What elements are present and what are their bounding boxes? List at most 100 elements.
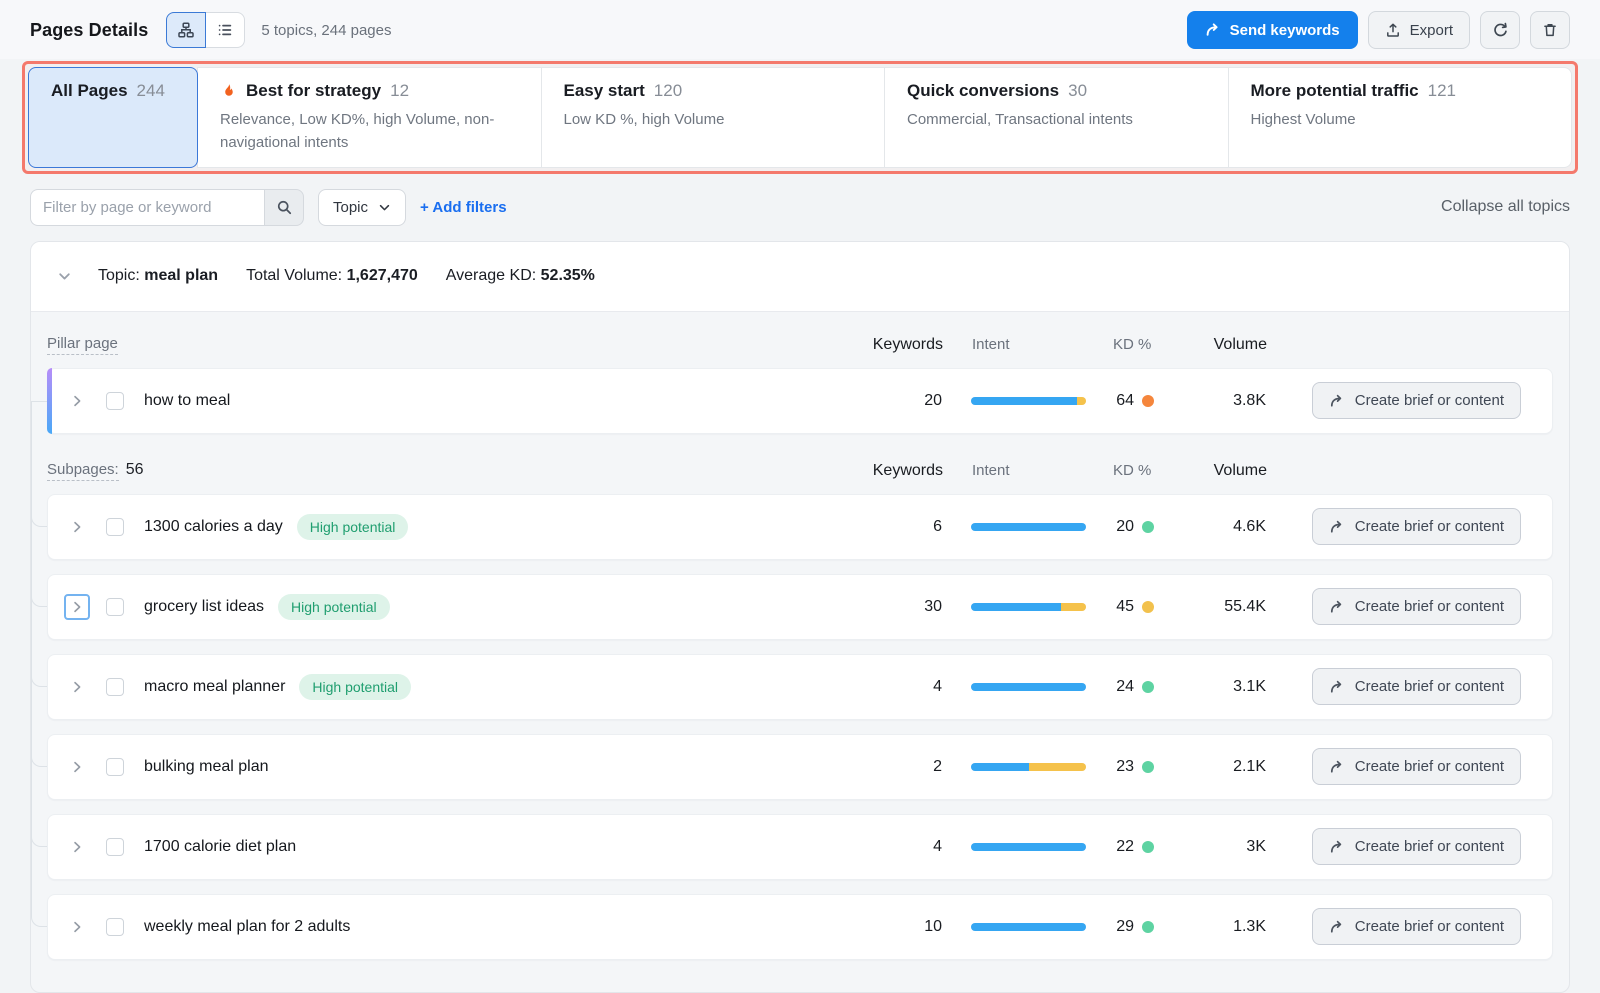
high-potential-badge: High potential bbox=[278, 594, 390, 620]
kd-value: 22 bbox=[1086, 838, 1134, 856]
keywords-value: 10 bbox=[852, 918, 942, 936]
topic-dropdown[interactable]: Topic bbox=[318, 189, 406, 226]
send-arrow-icon bbox=[1329, 759, 1345, 775]
create-brief-button[interactable]: Create brief or content bbox=[1312, 588, 1521, 625]
kd-status-dot bbox=[1142, 395, 1154, 407]
expand-chevron-icon[interactable] bbox=[64, 754, 90, 780]
create-brief-button[interactable]: Create brief or content bbox=[1312, 508, 1521, 545]
volume-value: 3.8K bbox=[1166, 392, 1266, 410]
tab-more-potential-traffic[interactable]: More potential traffic 121 Highest Volum… bbox=[1228, 67, 1573, 168]
tab-best-for-strategy[interactable]: Best for strategy 12 Relevance, Low KD%,… bbox=[197, 67, 542, 168]
create-brief-label: Create brief or content bbox=[1355, 918, 1504, 935]
search-button[interactable] bbox=[264, 189, 304, 226]
tab-subtitle: Relevance, Low KD%, high Volume, non-nav… bbox=[220, 109, 521, 155]
intent-bar bbox=[971, 683, 1086, 691]
pillar-header-row: Pillar page Keywords Intent KD % Volume bbox=[47, 322, 1553, 368]
subpage-row-wrap: bulking meal plan2232.1KCreate brief or … bbox=[47, 734, 1553, 800]
page-keyword-filter-input[interactable] bbox=[30, 189, 264, 226]
topic-header: Topic: meal plan Total Volume: 1,627,470… bbox=[31, 242, 1569, 312]
kd-value: 24 bbox=[1086, 678, 1134, 696]
create-brief-label: Create brief or content bbox=[1355, 678, 1504, 695]
send-keywords-button[interactable]: Send keywords bbox=[1187, 11, 1358, 49]
expand-chevron-icon[interactable] bbox=[64, 674, 90, 700]
table-row: bulking meal plan2232.1KCreate brief or … bbox=[47, 734, 1553, 800]
kd-value: 64 bbox=[1086, 392, 1134, 410]
subpage-row-wrap: grocery list ideasHigh potential304555.4… bbox=[47, 574, 1553, 640]
average-kd-value: 52.35% bbox=[541, 267, 595, 284]
refresh-button[interactable] bbox=[1480, 11, 1520, 49]
send-arrow-icon bbox=[1329, 519, 1345, 535]
tab-label: All Pages bbox=[51, 81, 128, 101]
subpage-row-wrap: macro meal plannerHigh potential4243.1KC… bbox=[47, 654, 1553, 720]
add-filters-link[interactable]: + Add filters bbox=[420, 199, 507, 216]
tab-easy-start[interactable]: Easy start 120 Low KD %, high Volume bbox=[541, 67, 886, 168]
page-name: 1300 calories a day bbox=[144, 518, 283, 536]
send-arrow-icon bbox=[1329, 393, 1345, 409]
intent-bar bbox=[971, 397, 1086, 405]
column-header-kd: KD % bbox=[1087, 462, 1167, 479]
table-row: grocery list ideasHigh potential304555.4… bbox=[47, 574, 1553, 640]
keywords-value: 2 bbox=[852, 758, 942, 776]
tree-connector bbox=[31, 497, 47, 527]
filter-bar: Topic + Add filters Collapse all topics bbox=[30, 189, 1570, 226]
subpage-row-wrap: 1300 calories a dayHigh potential6204.6K… bbox=[47, 494, 1553, 560]
expand-chevron-icon[interactable] bbox=[64, 388, 90, 414]
row-checkbox[interactable] bbox=[106, 598, 124, 616]
expand-chevron-icon[interactable] bbox=[64, 914, 90, 940]
page-name: weekly meal plan for 2 adults bbox=[144, 918, 350, 936]
topics-pages-summary: 5 topics, 244 pages bbox=[261, 22, 391, 39]
kd-status-dot bbox=[1142, 521, 1154, 533]
delete-button[interactable] bbox=[1530, 11, 1570, 49]
create-brief-button[interactable]: Create brief or content bbox=[1312, 828, 1521, 865]
create-brief-label: Create brief or content bbox=[1355, 838, 1504, 855]
tab-all-pages[interactable]: All Pages 244 bbox=[28, 67, 198, 168]
topic-value: meal plan bbox=[144, 267, 218, 284]
collapse-topic-chevron-icon[interactable] bbox=[57, 269, 72, 284]
volume-value: 3K bbox=[1166, 838, 1266, 856]
intent-bar bbox=[971, 763, 1086, 771]
export-icon bbox=[1385, 22, 1401, 38]
row-checkbox[interactable] bbox=[106, 518, 124, 536]
send-arrow-icon bbox=[1329, 919, 1345, 935]
total-volume-label: Total Volume: bbox=[246, 267, 342, 284]
trash-icon bbox=[1542, 22, 1558, 38]
intent-bar bbox=[971, 523, 1086, 531]
tree-connector bbox=[31, 657, 47, 687]
create-brief-button[interactable]: Create brief or content bbox=[1312, 668, 1521, 705]
create-brief-label: Create brief or content bbox=[1355, 518, 1504, 535]
row-checkbox[interactable] bbox=[106, 918, 124, 936]
row-checkbox[interactable] bbox=[106, 678, 124, 696]
row-checkbox[interactable] bbox=[106, 392, 124, 410]
tab-quick-conversions[interactable]: Quick conversions 30 Commercial, Transac… bbox=[884, 67, 1229, 168]
expand-chevron-icon[interactable] bbox=[64, 514, 90, 540]
subpages-count: 56 bbox=[126, 461, 144, 479]
kd-value: 45 bbox=[1086, 598, 1134, 616]
tab-label: Best for strategy bbox=[246, 81, 381, 101]
tree-view-button[interactable] bbox=[166, 12, 206, 48]
view-toggle bbox=[166, 12, 245, 48]
column-header-keywords: Keywords bbox=[853, 336, 943, 354]
row-checkbox[interactable] bbox=[106, 758, 124, 776]
pillar-accent-bar bbox=[47, 368, 52, 434]
column-header-volume: Volume bbox=[1167, 336, 1267, 354]
refresh-icon bbox=[1492, 22, 1509, 39]
kd-value: 29 bbox=[1086, 918, 1134, 936]
create-brief-button[interactable]: Create brief or content bbox=[1312, 382, 1521, 419]
list-view-button[interactable] bbox=[205, 12, 245, 48]
kd-status-dot bbox=[1142, 601, 1154, 613]
tree-connector bbox=[31, 577, 47, 607]
volume-value: 3.1K bbox=[1166, 678, 1266, 696]
volume-value: 2.1K bbox=[1166, 758, 1266, 776]
expand-chevron-icon[interactable] bbox=[64, 594, 90, 620]
export-button[interactable]: Export bbox=[1368, 11, 1470, 49]
row-checkbox[interactable] bbox=[106, 838, 124, 856]
send-keywords-label: Send keywords bbox=[1230, 22, 1340, 39]
page-filter-tabs: All Pages 244 Best for strategy 12 Relev… bbox=[28, 67, 1572, 168]
create-brief-button[interactable]: Create brief or content bbox=[1312, 748, 1521, 785]
collapse-all-topics-link[interactable]: Collapse all topics bbox=[1441, 198, 1570, 216]
create-brief-button[interactable]: Create brief or content bbox=[1312, 908, 1521, 945]
tab-label: Quick conversions bbox=[907, 81, 1059, 101]
kd-status-dot bbox=[1142, 681, 1154, 693]
column-header-intent: Intent bbox=[972, 336, 1087, 353]
expand-chevron-icon[interactable] bbox=[64, 834, 90, 860]
